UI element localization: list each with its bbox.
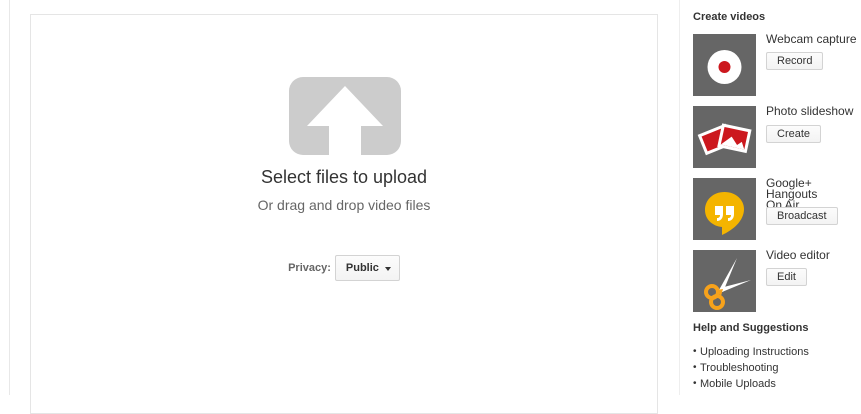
privacy-label: Privacy: <box>288 262 331 274</box>
create-button[interactable]: Create <box>766 125 822 143</box>
privacy-dropdown[interactable]: Public <box>334 255 400 281</box>
help-links: Uploading Instructions Troubleshooting M… <box>693 344 809 392</box>
upload-title[interactable]: Select files to upload <box>31 167 657 188</box>
create-item-editor: Video editor Edit <box>693 249 861 312</box>
record-button[interactable]: Record <box>766 52 824 70</box>
list-item: Mobile Uploads <box>693 376 809 392</box>
help-link-uploading[interactable]: Uploading Instructions <box>700 346 809 358</box>
help-link-troubleshooting[interactable]: Troubleshooting <box>700 362 778 374</box>
hangouts-icon[interactable] <box>693 178 756 240</box>
create-item-slideshow: Photo slideshow Create <box>693 105 861 168</box>
scissors-icon[interactable] <box>693 250 756 312</box>
create-item-webcam: Webcam capture Record <box>693 33 861 96</box>
chevron-down-icon <box>384 266 391 271</box>
create-item-hangouts: Google+ Hangouts On Air Broadcast <box>693 177 861 240</box>
sidebar-divider <box>679 0 680 395</box>
record-icon[interactable] <box>693 34 756 96</box>
photos-icon[interactable] <box>693 106 756 168</box>
edit-button[interactable]: Edit <box>766 268 807 286</box>
create-videos-heading: Create videos <box>693 11 766 23</box>
list-item: Uploading Instructions <box>693 344 809 360</box>
broadcast-button[interactable]: Broadcast <box>766 207 838 225</box>
webcam-capture-label[interactable]: Webcam capture <box>766 33 861 45</box>
left-divider <box>9 0 10 395</box>
privacy-row: Privacy: Public <box>31 255 657 281</box>
help-heading: Help and Suggestions <box>693 322 809 334</box>
list-item: Troubleshooting <box>693 360 809 376</box>
sidebar: Create videos Webcam capture Record Phot… <box>693 0 861 395</box>
photo-slideshow-label[interactable]: Photo slideshow <box>766 105 861 117</box>
privacy-value: Public <box>345 262 379 274</box>
video-editor-label[interactable]: Video editor <box>766 249 861 261</box>
upload-arrow-icon[interactable] <box>289 77 401 155</box>
help-link-mobile[interactable]: Mobile Uploads <box>700 378 776 390</box>
upload-subtitle: Or drag and drop video files <box>257 197 431 213</box>
upload-drop-zone[interactable]: Select files to upload Or drag and drop … <box>30 14 658 414</box>
